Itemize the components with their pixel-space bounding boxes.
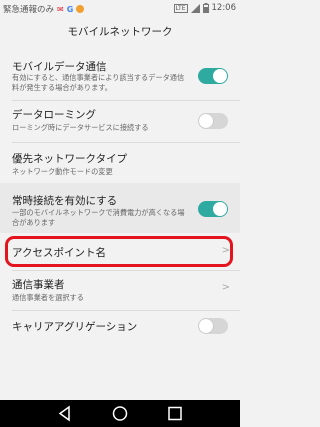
setting-title: 通信事業者	[12, 279, 65, 291]
status-time: 12:06	[211, 3, 237, 13]
setting-summary: ネットワーク動作モードの変更	[12, 167, 113, 176]
setting-title: 優先ネットワークタイプ	[12, 153, 128, 165]
status-bar: 緊急通報のみ ✉ G LTE 12:06	[0, 0, 240, 17]
setting-mobile-data[interactable]: モバイルデータ通信 有効にすると、通信事業者により該当するデータ通信 料が発生す…	[0, 56, 240, 96]
setting-title: 常時接続を有効にする	[12, 195, 118, 207]
setting-summary: ローミング時にデータサービスに接続する	[12, 123, 149, 132]
gmail-icon: ✉	[57, 4, 64, 14]
data-roaming-toggle[interactable]	[198, 113, 228, 129]
setting-title: データローミング	[12, 109, 96, 121]
recents-icon[interactable]	[166, 405, 184, 422]
setting-summary: 合があります	[12, 218, 56, 227]
signal-icon	[190, 3, 200, 13]
highlight-box	[5, 236, 233, 267]
setting-carrier[interactable]: 通信事業者 通信事業者を選択する >	[0, 273, 240, 307]
carrier-aggregation-toggle[interactable]	[198, 318, 228, 334]
always-on-toggle[interactable]	[198, 201, 228, 217]
app-icon-orange	[76, 5, 85, 13]
chevron-right-icon: >	[221, 282, 230, 293]
hd-icon: LTE	[173, 3, 188, 13]
google-icon: G	[66, 4, 74, 14]
navigation-bar	[0, 400, 240, 427]
setting-preferred-network[interactable]: 優先ネットワークタイプ ネットワーク動作モードの変更	[0, 146, 240, 180]
status-text: 緊急通報のみ	[3, 5, 55, 15]
setting-summary: 料が発生する場合があります。	[12, 83, 112, 92]
page-title: モバイルネットワーク	[67, 26, 173, 38]
setting-data-roaming[interactable]: データローミング ローミング時にデータサービスに接続する	[0, 104, 240, 138]
setting-title: モバイルデータ通信	[12, 61, 107, 73]
mobile-data-toggle[interactable]	[198, 68, 228, 84]
setting-carrier-aggregation[interactable]: キャリアアグリゲーション	[0, 314, 240, 340]
home-icon[interactable]	[111, 405, 129, 422]
battery-icon	[202, 3, 209, 13]
setting-summary: 通信事業者を選択する	[12, 293, 84, 302]
setting-summary: 有効にすると、通信事業者により該当するデータ通信	[12, 73, 185, 82]
setting-title: キャリアアグリゲーション	[12, 321, 138, 333]
setting-summary: 一部のモバイルネットワークで消費電力が高くなる場	[12, 208, 185, 217]
back-icon[interactable]	[56, 405, 74, 422]
setting-always-on[interactable]: 常時接続を有効にする 一部のモバイルネットワークで消費電力が高くなる場 合があり…	[0, 183, 240, 233]
